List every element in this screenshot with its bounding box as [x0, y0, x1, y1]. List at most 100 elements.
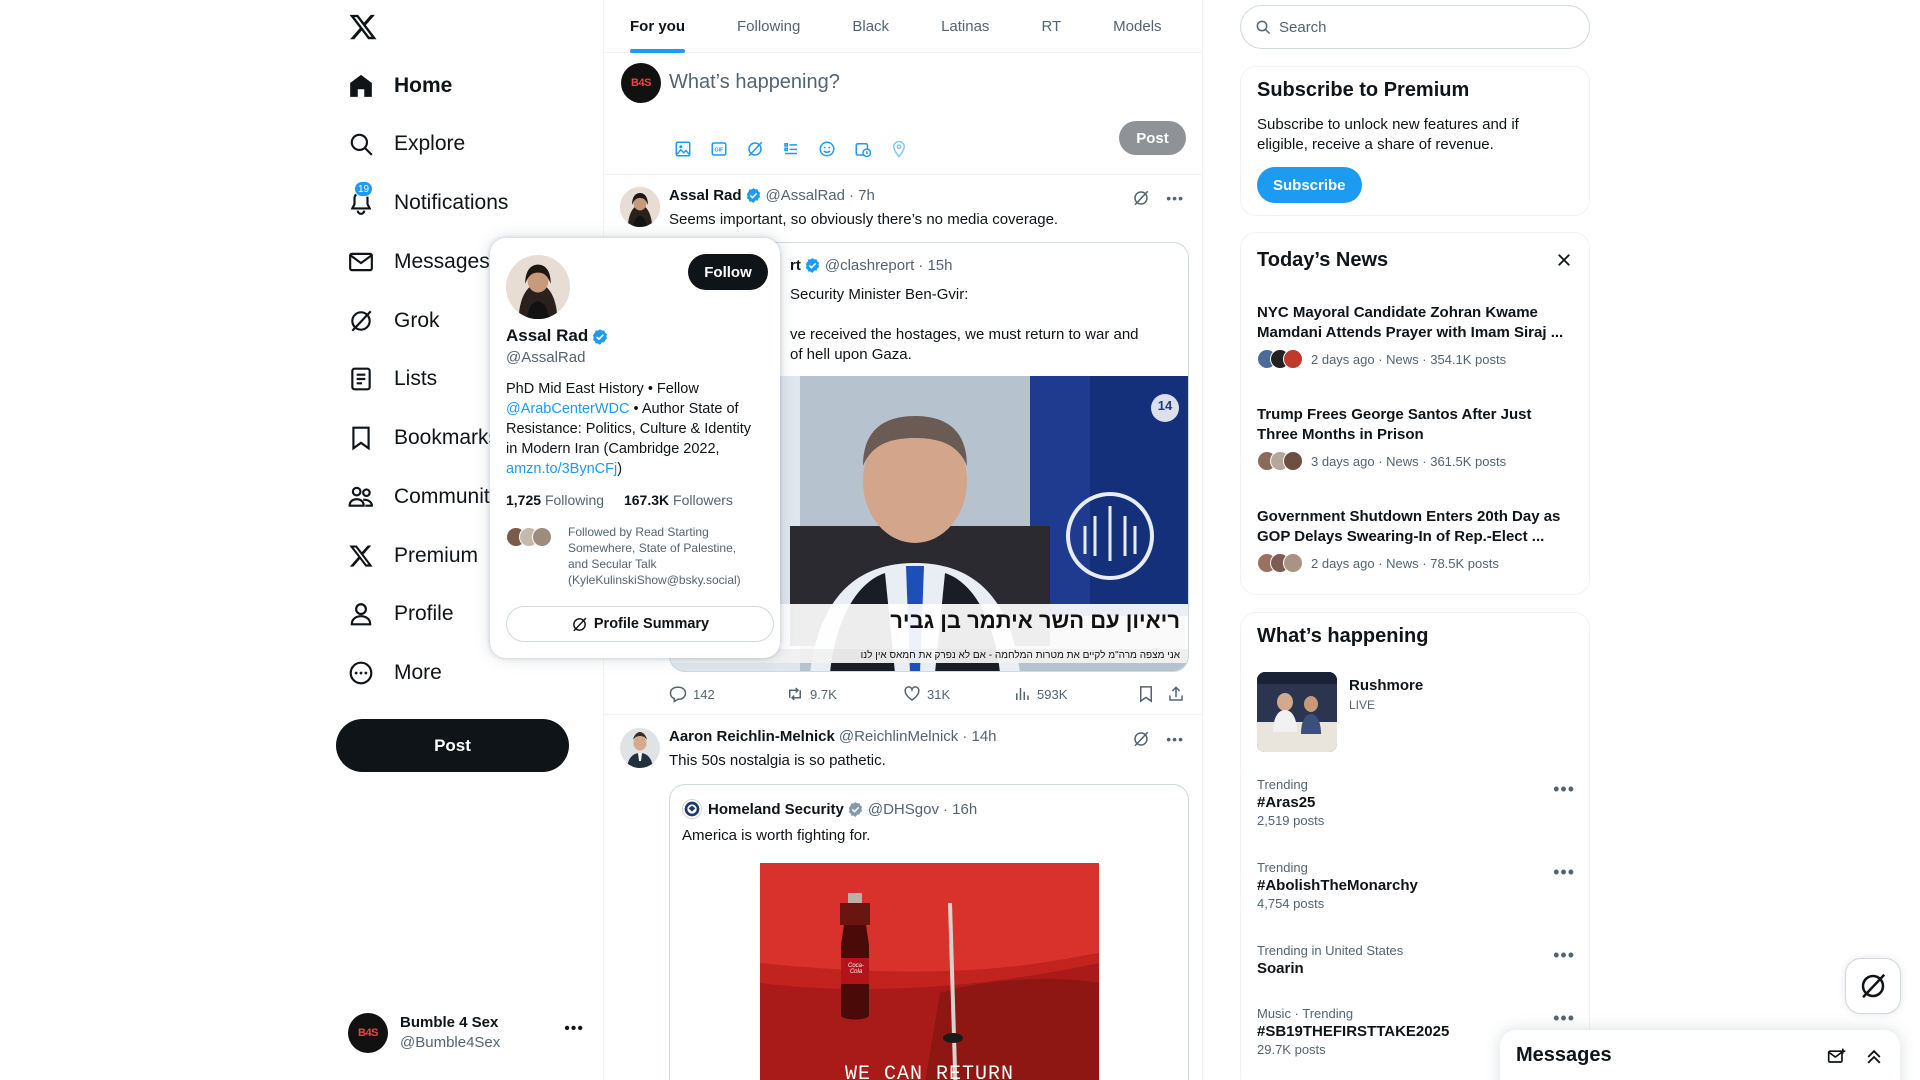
tab-for-you[interactable]: For you	[604, 0, 711, 53]
reply-button[interactable]: 142	[669, 685, 786, 703]
image-icon[interactable]	[672, 138, 694, 160]
follow-button[interactable]: Follow	[688, 254, 768, 290]
subscribe-button[interactable]: Subscribe	[1257, 167, 1362, 203]
profile-summary-label: Profile Summary	[593, 616, 710, 632]
bottle-label: Coca-Cola	[847, 963, 864, 975]
tab-following[interactable]: Following	[711, 0, 826, 53]
share-button[interactable]	[1167, 685, 1185, 703]
nav-item-messages[interactable]: Messages	[348, 240, 490, 284]
trend-item[interactable]: Trending #Aras25 2,519 posts	[1257, 777, 1577, 828]
notifications-badge: 19	[354, 181, 374, 197]
news-item[interactable]: NYC Mayoral Candidate Zohran Kwame Mamda…	[1257, 303, 1577, 369]
nav-label: Explore	[394, 132, 466, 155]
hovercard-bio: PhD Mid East History • Fellow @ArabCente…	[506, 379, 768, 479]
compose-input[interactable]: What’s happening?	[669, 71, 840, 94]
views-button[interactable]: 593K	[1013, 685, 1137, 703]
like-button[interactable]: 31K	[903, 685, 1013, 703]
followers-link[interactable]: 167.3K Followers	[624, 492, 733, 508]
news-headline: Three Months in Prison	[1257, 426, 1424, 443]
grok-icon	[573, 617, 587, 631]
messages-drawer[interactable]: Messages	[1500, 1030, 1900, 1080]
premium-line: eligible, receive a share of revenue.	[1257, 136, 1494, 153]
tweet-text: Seems important, so obviously there’s no…	[669, 211, 1059, 228]
grok-icon[interactable]	[1132, 189, 1150, 207]
post-button[interactable]: Post	[336, 719, 569, 772]
more-icon[interactable]: •••	[1166, 190, 1184, 206]
nav-item-grok[interactable]: Grok	[348, 299, 440, 343]
nav-item-more[interactable]: More	[348, 651, 442, 695]
trend-item[interactable]: Trending in United States Soarin	[1257, 943, 1577, 977]
news-item[interactable]: Government Shutdown Enters 20th Day as G…	[1257, 507, 1577, 573]
new-message-icon[interactable]	[1827, 1047, 1847, 1067]
bio-mention-link[interactable]: @ArabCenterWDC	[506, 401, 630, 417]
trend-more-icon[interactable]: •••	[1553, 779, 1575, 800]
account-more-icon[interactable]: •••	[564, 1020, 584, 1038]
poll-icon[interactable]	[780, 138, 802, 160]
account-switcher[interactable]: B4S Bumble 4 Sex @Bumble4Sex •••	[336, 1004, 596, 1062]
tweet-avatar[interactable]	[620, 187, 660, 227]
tab-black[interactable]: Black	[826, 0, 915, 53]
nav-item-home[interactable]: Home	[348, 64, 452, 108]
news-headline: NYC Mayoral Candidate Zohran Kwame	[1257, 304, 1538, 321]
trend-more-icon[interactable]: •••	[1553, 945, 1575, 966]
nav-item-profile[interactable]: Profile	[348, 592, 454, 636]
tweet-author-handle[interactable]: @ReichlinMelnick	[839, 728, 958, 745]
gif-icon[interactable]: GIF	[708, 138, 730, 160]
bio-line: in Modern Iran (Cambridge 2022,	[506, 441, 720, 457]
location-icon[interactable]	[888, 138, 910, 160]
nav-label: Lists	[394, 367, 438, 390]
tweet-author-name[interactable]: Aaron Reichlin-Melnick	[669, 728, 835, 745]
tab-rt[interactable]: RT	[1015, 0, 1087, 53]
trend-item[interactable]: Trending #AbolishTheMonarchy 4,754 posts	[1257, 860, 1577, 911]
composer-post-button[interactable]: Post	[1119, 121, 1186, 155]
close-icon[interactable]	[1555, 251, 1573, 269]
profile-summary-button[interactable]: Profile Summary	[506, 606, 774, 642]
hovercard-avatar[interactable]	[506, 255, 570, 319]
followed-by-text[interactable]: Followed by Read Starting Somewhere, Sta…	[568, 524, 741, 588]
share-icon	[1169, 686, 1183, 701]
tweet-author-handle[interactable]: @AssalRad	[766, 187, 845, 204]
news-headline: Government Shutdown Enters 20th Day as	[1257, 508, 1561, 525]
tweet-time[interactable]: · 14h	[962, 728, 996, 745]
search-input[interactable]: Search	[1240, 5, 1590, 49]
grok-float-button[interactable]	[1845, 958, 1901, 1014]
tweet-card[interactable]: Aaron Reichlin-Melnick @ReichlinMelnick …	[604, 716, 1202, 1080]
trend-more-icon[interactable]: •••	[1553, 1008, 1575, 1029]
nav-item-explore[interactable]: Explore	[348, 122, 465, 166]
bio-url-link[interactable]: amzn.to/3BynCFj	[506, 461, 617, 477]
nav-item-bookmarks[interactable]: Bookmarks	[348, 416, 499, 460]
tweet-author-name[interactable]: Assal Rad	[669, 187, 742, 204]
more-icon[interactable]: •••	[1166, 731, 1184, 747]
tab-models[interactable]: Models	[1087, 0, 1187, 53]
tweet-avatar[interactable]	[620, 728, 660, 768]
following-link[interactable]: 1,725 Following	[506, 492, 604, 508]
bell-icon: 19	[348, 181, 374, 216]
hovercard-name[interactable]: Assal Rad	[506, 326, 588, 346]
grok-icon[interactable]	[1132, 730, 1150, 748]
nav-item-notifications[interactable]: 19 Notifications	[348, 181, 508, 225]
quote-image[interactable]: Coca-Cola WE CAN RETURN	[760, 863, 1099, 1080]
tweet-time[interactable]: · 7h	[849, 187, 875, 204]
trend-more-icon[interactable]: •••	[1553, 862, 1575, 883]
emoji-icon[interactable]	[816, 138, 838, 160]
tab-latinas[interactable]: Latinas	[915, 0, 1015, 53]
live-thumbnail[interactable]	[1257, 672, 1337, 752]
nav-item-premium[interactable]: Premium	[348, 534, 478, 578]
live-status: LIVE	[1349, 698, 1376, 712]
profile-hovercard: Follow Assal Rad @AssalRad PhD Mid East …	[490, 238, 780, 658]
news-item[interactable]: Trump Frees George Santos After Just Thr…	[1257, 405, 1577, 471]
nav-item-lists[interactable]: Lists	[348, 357, 437, 401]
grok-icon[interactable]	[744, 138, 766, 160]
bio-line: Resistance: Politics, Culture & Identity	[506, 421, 751, 437]
repost-button[interactable]: 9.7K	[786, 685, 903, 703]
x-logo-icon[interactable]	[348, 12, 378, 42]
quoted-tweet[interactable]: Homeland Security @DHSgov · 16h America …	[669, 784, 1189, 1080]
schedule-icon[interactable]	[852, 138, 874, 160]
bookmark-button[interactable]	[1137, 685, 1167, 703]
whats-happening-panel: What’s happening Rushmore LIVE Trending …	[1240, 612, 1590, 1080]
hovercard-handle[interactable]: @AssalRad	[506, 349, 585, 366]
live-info[interactable]: Rushmore LIVE	[1349, 677, 1423, 712]
views-count: 593K	[1037, 686, 1068, 702]
chevron-up-double-icon[interactable]	[1864, 1047, 1884, 1067]
verified-badge-icon	[804, 257, 821, 274]
